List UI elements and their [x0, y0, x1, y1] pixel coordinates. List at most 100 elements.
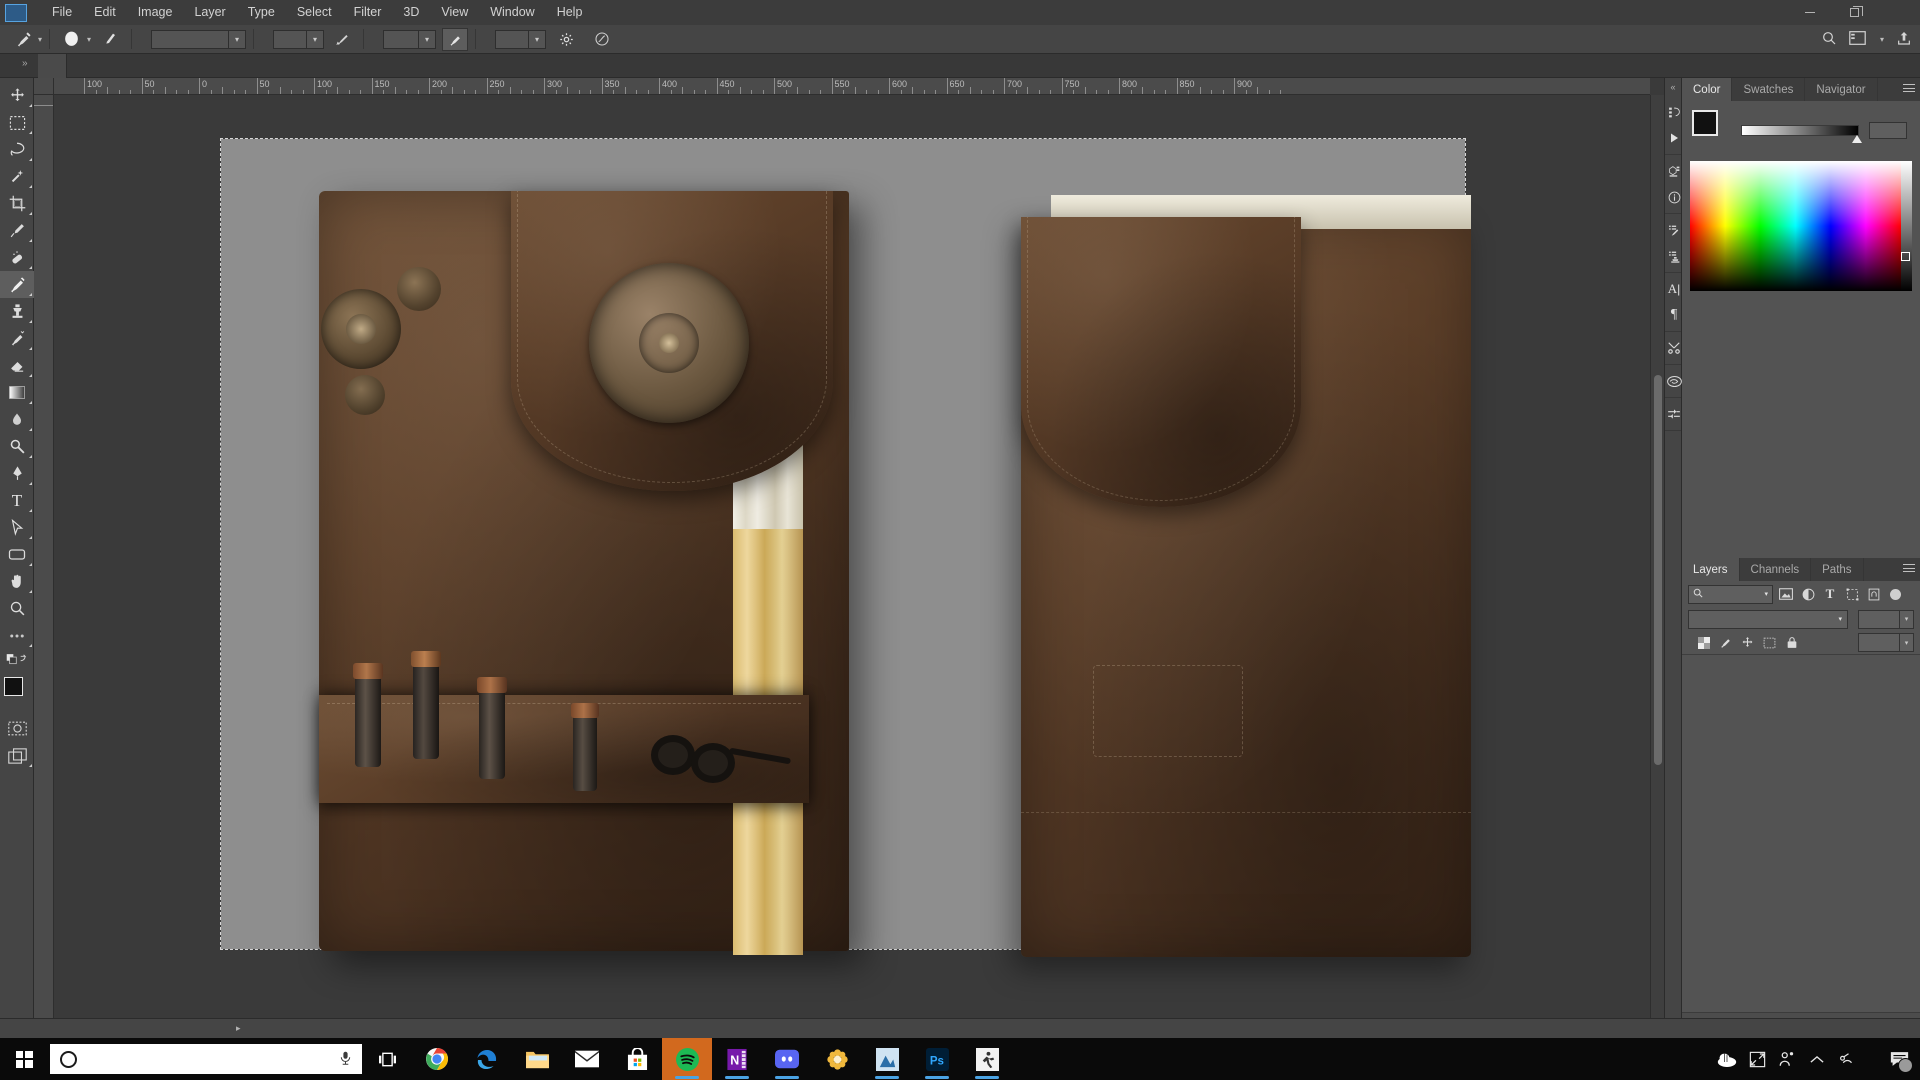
lock-transparent-icon[interactable]	[1694, 633, 1713, 652]
zoom-tool[interactable]	[0, 595, 34, 622]
search-icon[interactable]	[1821, 30, 1837, 49]
brush-tool[interactable]	[0, 271, 34, 298]
healing-brush-tool[interactable]	[0, 244, 34, 271]
blend-mode-select[interactable]: ▾	[151, 29, 247, 49]
eraser-tool[interactable]	[0, 352, 34, 379]
airbrush-icon[interactable]	[442, 27, 469, 51]
document-tab[interactable]	[38, 54, 67, 78]
spotify-icon[interactable]	[662, 1038, 712, 1080]
edit-toolbar-button[interactable]	[0, 622, 34, 649]
menu-item-filter[interactable]: Filter	[343, 1, 393, 24]
layers-panel-tab-paths[interactable]: Paths	[1811, 558, 1864, 581]
media-app-icon[interactable]	[862, 1038, 912, 1080]
menu-item-edit[interactable]: Edit	[83, 1, 127, 24]
dodge-tool[interactable]	[0, 433, 34, 460]
taskbar-search-box[interactable]	[50, 1044, 362, 1074]
edge-icon[interactable]	[462, 1038, 512, 1080]
photoshop-icon[interactable]: Ps	[912, 1038, 962, 1080]
menu-item-3d[interactable]: 3D	[392, 1, 430, 24]
layer-opacity-caret[interactable]: ▾	[1900, 609, 1914, 629]
type-tool[interactable]: T	[0, 487, 34, 514]
color-panel-tab-navigator[interactable]: Navigator	[1805, 78, 1878, 101]
lock-all-icon[interactable]	[1782, 633, 1801, 652]
path-selection-tool[interactable]	[0, 514, 34, 541]
status-options-caret[interactable]: ▸	[236, 1023, 241, 1034]
menu-item-view[interactable]: View	[430, 1, 479, 24]
crop-tool[interactable]	[0, 190, 34, 217]
smoothing-field[interactable]: ▾	[495, 29, 547, 49]
marquee-tool[interactable]	[0, 109, 34, 136]
blur-tool[interactable]	[0, 406, 34, 433]
blend-mode-caret[interactable]: ▾	[229, 29, 247, 49]
flow-field[interactable]: ▾	[383, 29, 437, 49]
k-value-field[interactable]	[1869, 122, 1907, 139]
runner-app-icon[interactable]	[962, 1038, 1012, 1080]
menu-item-window[interactable]: Window	[479, 1, 545, 24]
color-spectrum-picker[interactable]	[1901, 252, 1910, 261]
history-icon[interactable]	[1665, 99, 1683, 125]
canvas-vertical-scrollbar[interactable]	[1650, 95, 1664, 1024]
play-icon[interactable]	[1665, 125, 1683, 151]
color-panel-tab-swatches[interactable]: Swatches	[1732, 78, 1806, 101]
onedrive-icon[interactable]	[1712, 1038, 1742, 1080]
move-tool[interactable]	[0, 82, 34, 109]
close-button[interactable]	[1876, 0, 1920, 25]
pressure-opacity-icon[interactable]	[330, 28, 356, 51]
canvas-stage[interactable]	[54, 95, 1650, 1024]
3d-icon[interactable]	[1665, 158, 1683, 184]
color-swatches[interactable]	[0, 675, 34, 709]
brush-tool-icon[interactable]	[10, 28, 36, 51]
shape-filter-icon[interactable]	[1843, 585, 1861, 604]
opacity-field[interactable]: ▾	[273, 29, 325, 49]
scrollbar-thumb[interactable]	[1654, 375, 1662, 765]
foreground-color-swatch[interactable]	[4, 677, 23, 696]
menu-item-select[interactable]: Select	[286, 1, 343, 24]
display-icon[interactable]	[1742, 1038, 1772, 1080]
symmetry-icon[interactable]	[589, 28, 615, 51]
workspace-icon[interactable]	[1849, 30, 1866, 48]
smoothing-caret[interactable]: ▾	[529, 29, 547, 49]
menu-item-help[interactable]: Help	[546, 1, 594, 24]
workspace-caret[interactable]: ▾	[1880, 35, 1884, 44]
document-canvas[interactable]	[220, 138, 1471, 957]
mail-icon[interactable]	[562, 1038, 612, 1080]
menu-item-type[interactable]: Type	[237, 1, 286, 24]
color-panel-foreground-swatch[interactable]	[1692, 110, 1718, 136]
collapse-panels-icon[interactable]: »	[22, 58, 28, 69]
layer-list[interactable]	[1682, 657, 1920, 1012]
type-filter-icon[interactable]: T	[1821, 585, 1839, 604]
color-spectrum-grayscale[interactable]	[1901, 161, 1912, 291]
history-brush-tool[interactable]	[0, 325, 34, 352]
color-panel-menu-icon[interactable]	[1903, 84, 1915, 95]
layer-fill-caret[interactable]: ▾	[1900, 633, 1914, 652]
brush-presets-icon[interactable]	[1665, 217, 1683, 243]
screen-mode-toggle[interactable]	[0, 742, 34, 769]
quick-selection-tool[interactable]	[0, 163, 34, 190]
lock-artboard-icon[interactable]	[1760, 633, 1779, 652]
quick-mask-toggle[interactable]	[0, 715, 34, 742]
start-button[interactable]	[0, 1038, 48, 1080]
opacity-caret[interactable]: ▾	[307, 29, 325, 49]
layer-opacity-value[interactable]	[1858, 609, 1900, 629]
menu-item-image[interactable]: Image	[127, 1, 184, 24]
color-spectrum[interactable]	[1690, 161, 1912, 291]
k-slider-thumb[interactable]	[1852, 135, 1863, 143]
file-explorer-icon[interactable]	[512, 1038, 562, 1080]
lock-position-icon[interactable]	[1738, 633, 1757, 652]
pen-tool[interactable]	[0, 460, 34, 487]
tools-icon[interactable]	[1665, 335, 1683, 361]
microsoft-store-icon[interactable]	[612, 1038, 662, 1080]
smoothing-options-gear-icon[interactable]	[553, 28, 579, 51]
flow-caret[interactable]: ▾	[419, 29, 437, 49]
paragraph-icon[interactable]: ¶	[1665, 302, 1683, 328]
eyedropper-tool[interactable]	[0, 217, 34, 244]
menu-item-file[interactable]: File	[41, 1, 83, 24]
people-icon[interactable]	[1772, 1038, 1802, 1080]
default-colors-icon[interactable]	[0, 649, 34, 671]
rectangle-tool[interactable]	[0, 541, 34, 568]
expand-panels-icon[interactable]: «	[1665, 78, 1681, 96]
info-icon[interactable]	[1665, 184, 1683, 210]
layer-blend-mode-select[interactable]: ▾	[1688, 609, 1848, 629]
adjustment-filter-icon[interactable]	[1799, 585, 1817, 604]
creative-cloud-icon[interactable]	[1665, 368, 1683, 394]
